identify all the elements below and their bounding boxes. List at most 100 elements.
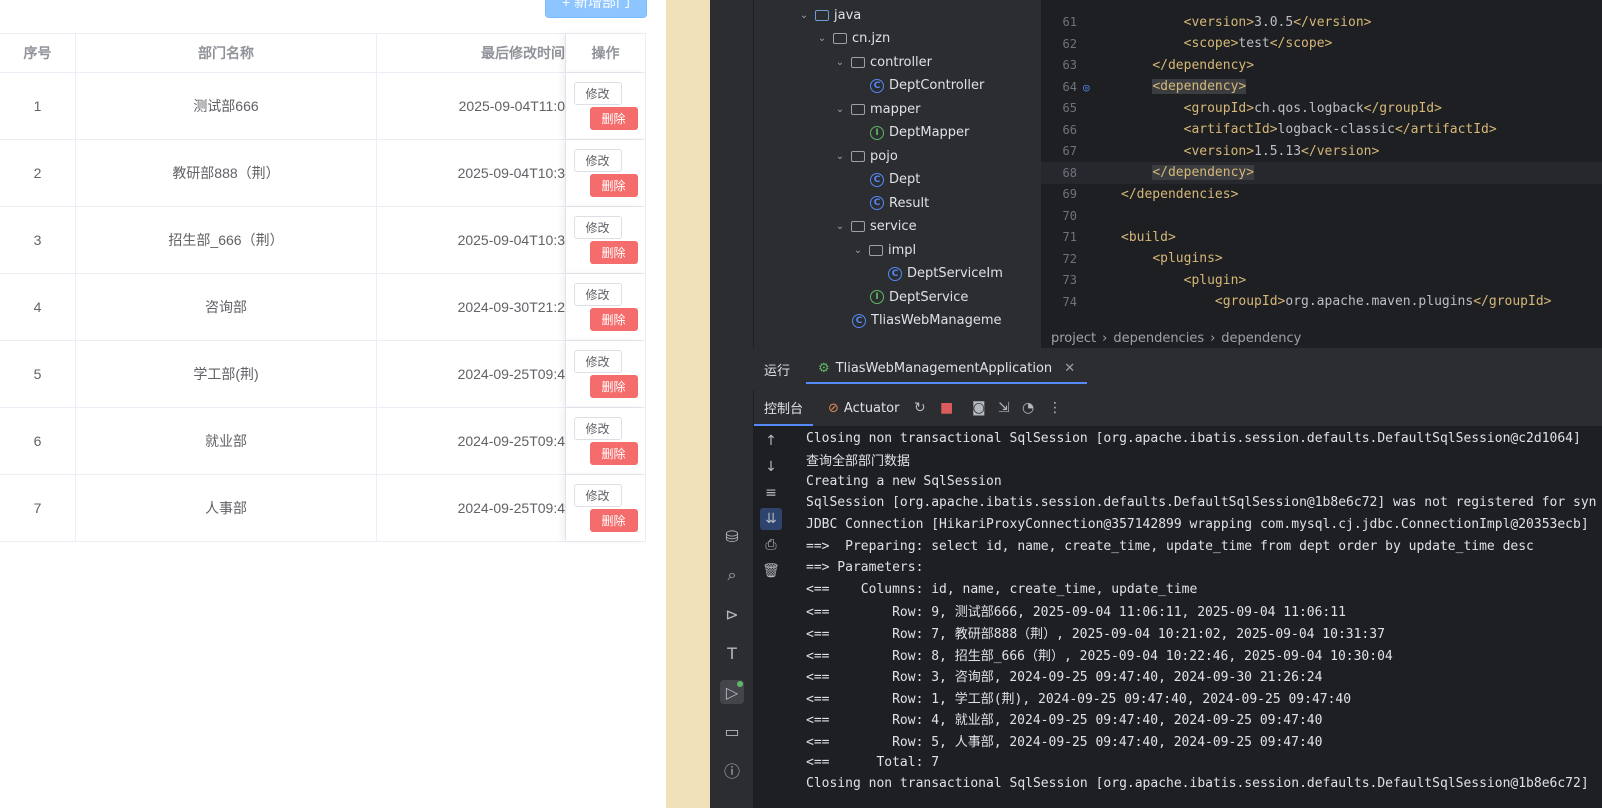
- xml-open-tag: <build>: [1121, 229, 1176, 245]
- arrow-up-icon[interactable]: ↑: [760, 430, 782, 452]
- breadcrumb-item[interactable]: dependencies: [1113, 331, 1204, 346]
- package-icon: [851, 221, 865, 232]
- tree-node-label: cn.jzn: [852, 31, 891, 46]
- search-icon[interactable]: ⌕: [720, 563, 744, 587]
- problems-icon[interactable]: ⓘ: [720, 758, 744, 782]
- run-window-title: 运行: [764, 363, 791, 379]
- breadcrumb-item[interactable]: dependency: [1221, 331, 1301, 346]
- database-icon[interactable]: ⛁: [720, 524, 744, 548]
- tree-node[interactable]: ⌄ controller: [834, 50, 932, 74]
- tree-node[interactable]: ⌄ service: [834, 215, 917, 239]
- run-tool-icon[interactable]: ▷: [720, 680, 744, 704]
- edit-button[interactable]: 修改: [573, 484, 622, 507]
- soft-wrap-icon[interactable]: ≡: [760, 482, 782, 504]
- delete-button[interactable]: 删除: [589, 174, 638, 197]
- close-icon[interactable]: ✕: [1064, 361, 1075, 376]
- edit-button[interactable]: 修改: [573, 350, 622, 373]
- row-index: 5: [0, 341, 76, 407]
- code-text: <plugins>: [1121, 251, 1222, 266]
- exit-icon[interactable]: ⇲: [998, 400, 1010, 416]
- table-row: 7 人事部 2024-09-25T09:4 修改 删除: [0, 475, 646, 542]
- camera-icon[interactable]: ◙: [972, 400, 986, 416]
- chevron-down-icon[interactable]: ⌄: [834, 104, 846, 115]
- chevron-down-icon[interactable]: ⌄: [834, 57, 846, 68]
- delete-button[interactable]: 删除: [589, 509, 638, 532]
- xml-close-tag: </groupId>: [1363, 100, 1442, 116]
- code-line: 66 <artifactId>logback-classic</artifact…: [1041, 119, 1602, 141]
- tree-node[interactable]: C Result: [870, 191, 929, 215]
- class-icon: C: [870, 172, 884, 187]
- code-editor[interactable]: ◎ 💡 61 <version>3.0.5</version>62 <scope…: [1041, 0, 1602, 328]
- tree-node[interactable]: ⌄ cn.jzn: [816, 27, 890, 51]
- editor-breadcrumb: project › dependencies › dependency: [1041, 328, 1602, 348]
- chevron-down-icon[interactable]: ⌄: [798, 10, 810, 21]
- delete-button[interactable]: 删除: [589, 375, 638, 398]
- line-number: 62: [1062, 36, 1077, 51]
- edit-button[interactable]: 修改: [573, 216, 622, 239]
- row-operations: 修改 删除: [566, 408, 646, 474]
- chevron-down-icon[interactable]: ⌄: [816, 33, 828, 44]
- chevron-down-icon[interactable]: ⌄: [852, 245, 864, 256]
- tree-node[interactable]: ⌄ java: [798, 3, 861, 27]
- console-output[interactable]: Closing non transactional SqlSession [or…: [788, 426, 1602, 808]
- tree-node-label: DeptMapper: [889, 125, 970, 140]
- build-icon[interactable]: T: [720, 641, 744, 665]
- more-icon[interactable]: ⋮: [1048, 400, 1062, 416]
- delete-button[interactable]: 删除: [589, 308, 638, 331]
- tree-node[interactable]: C Dept: [870, 168, 920, 192]
- tree-node[interactable]: I DeptMapper: [870, 121, 969, 145]
- xml-open-tag: </dependencies>: [1121, 186, 1239, 202]
- edit-button[interactable]: 修改: [573, 283, 622, 306]
- arrow-down-icon[interactable]: ↓: [760, 456, 782, 478]
- header-index: 序号: [0, 34, 76, 72]
- tree-node-label: DeptController: [889, 78, 985, 93]
- source-folder-icon: [815, 9, 829, 21]
- print-icon[interactable]: ⎙: [760, 534, 782, 556]
- tree-node[interactable]: ⌄ impl: [852, 238, 916, 262]
- delete-button[interactable]: 删除: [589, 241, 638, 264]
- code-text: <groupId>ch.qos.logback</groupId>: [1121, 101, 1442, 116]
- actuator-tab[interactable]: ⊘ Actuator: [828, 401, 899, 416]
- scroll-to-end-icon[interactable]: ⇊: [760, 508, 782, 530]
- tree-node[interactable]: C DeptServiceIm: [888, 262, 1003, 286]
- services-icon[interactable]: ⊳: [720, 602, 744, 626]
- row-index: 6: [0, 408, 76, 474]
- delete-button[interactable]: 删除: [589, 442, 638, 465]
- chevron-down-icon[interactable]: ⌄: [834, 221, 846, 232]
- edit-button[interactable]: 修改: [573, 149, 622, 172]
- trash-icon[interactable]: 🗑: [760, 560, 782, 582]
- code-text: <plugin>: [1121, 273, 1247, 288]
- code-line: 64 <dependency>: [1041, 76, 1602, 98]
- row-operations: 修改 删除: [566, 341, 646, 407]
- edit-button[interactable]: 修改: [573, 417, 622, 440]
- stop-icon[interactable]: ■: [940, 400, 953, 416]
- code-text: <build>: [1121, 230, 1176, 245]
- delete-button[interactable]: 删除: [589, 107, 638, 130]
- console-tab[interactable]: 控制台: [754, 390, 814, 426]
- breadcrumb-item[interactable]: project: [1051, 331, 1096, 346]
- tree-node[interactable]: ⌄ mapper: [834, 97, 921, 121]
- code-text: </dependencies>: [1121, 187, 1238, 202]
- tree-node[interactable]: C DeptController: [870, 74, 984, 98]
- xml-text: logback-classic: [1277, 122, 1395, 137]
- row-index: 3: [0, 207, 76, 273]
- xml-close-tag: </version>: [1301, 143, 1380, 159]
- run-config-tab[interactable]: ⚙ TliasWebManagementApplication ✕: [806, 354, 1088, 384]
- rerun-icon[interactable]: ↻: [914, 400, 926, 416]
- edit-button[interactable]: 修改: [573, 82, 622, 105]
- tool-window-strip: ⛁ ⌕ ⊳ T ▷ ▭ ⓘ: [710, 0, 754, 808]
- tree-node[interactable]: ⌄ pojo: [834, 144, 898, 168]
- add-department-button[interactable]: + 新增部门: [545, 0, 647, 18]
- tree-node-label: TliasWebManageme: [871, 313, 1002, 328]
- tree-node[interactable]: I DeptService: [870, 285, 968, 309]
- line-number: 72: [1062, 251, 1077, 266]
- terminal-icon[interactable]: ▭: [720, 719, 744, 743]
- code-text: </dependency>: [1121, 58, 1254, 73]
- chevron-down-icon[interactable]: ⌄: [834, 151, 846, 162]
- gauge-icon[interactable]: ◔: [1022, 400, 1034, 416]
